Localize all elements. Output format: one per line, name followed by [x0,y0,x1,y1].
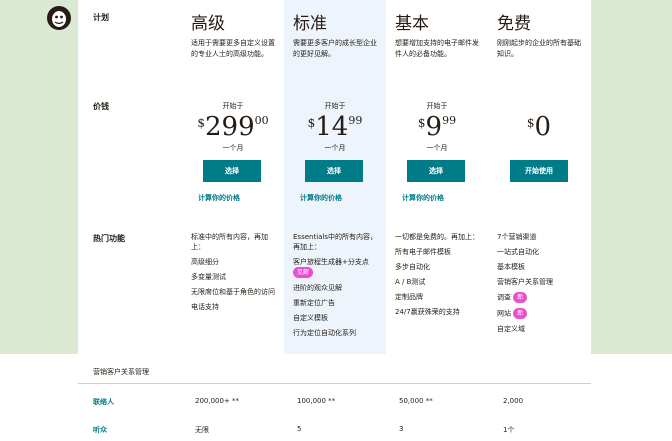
premium-features: 标准中的所有内容，再加上： 高级细分 多变量测试 无限席位和基于角色的访问 电话… [191,233,275,311]
list-item: 自定义模板 [293,314,328,322]
list-item: 营销客户关系管理 [497,278,553,286]
insights-badge: 见解 [293,267,314,278]
starts-at-label: 开始于 [426,102,448,110]
mailchimp-logo-icon[interactable] [46,5,72,31]
price-value: $29900 [197,112,269,142]
list-item: 所有电子邮件模板 [395,248,451,256]
plan-essentials-name: 基本 [395,14,429,34]
per-month-label: 一个月 [222,144,244,152]
plan-free-name: 免费 [497,14,531,34]
price-value: $1499 [307,112,363,142]
crm-row-label-audiences[interactable]: 听众 [93,425,107,435]
list-item: 基本模板 [497,263,525,271]
plan-essentials-header: 基本 [395,9,429,34]
plan-free-header: 免费 [497,9,531,34]
list-item: 高级细分 [191,258,219,266]
list-item: A / B测试 [395,278,426,286]
crm-row-label-contacts[interactable]: 联络人 [93,397,114,407]
list-item: 进阶的观众见解 [293,284,342,292]
standard-select-button[interactable]: 选择 [305,160,363,182]
plan-premium-header: 高级 [191,9,225,34]
essentials-features: 一切都是免费的。再加上： 所有电子邮件模板 多步自动化 A / B测试 定制品牌… [395,232,483,322]
list-item: 客户旅程生成器+分支点 见解 [293,258,369,278]
crm-section-title: 营销客户关系管理 [93,368,149,376]
price-value: $999 [417,112,457,142]
plan-essentials-price: 开始于 $999 一个月 [386,101,488,153]
crm-cell: 无限 [195,426,209,434]
list-item: 一站式自动化 [497,248,539,256]
list-item: 电话支持 [191,303,219,311]
crm-cell: 5 [297,425,302,433]
plan-free-price: $0 [488,111,590,143]
row-label-plan: 计划 [93,13,109,22]
price-value: $0 [526,112,552,142]
plan-free-desc: 刚刚起步的企业的所有基础知识。 [497,39,581,58]
crm-cell: 200,000+ ** [195,397,240,405]
list-item: 调查 新 [497,292,581,303]
list-item: 重新定位广告 [293,299,335,307]
per-month-label: 一个月 [324,144,346,152]
plan-standard-header: 标准 [293,9,327,34]
crm-cell: 2,000 [503,397,524,405]
crm-cell: 50,000 ** [399,397,433,405]
row-label-price: 价钱 [93,102,109,111]
plan-premium-price: 开始于 $29900 一个月 [182,101,284,153]
free-features: 7个营销渠道 一站式自动化 基本模板 营销客户关系管理 调查 新 网站 新 自定… [497,232,581,339]
crm-divider [78,383,591,384]
list-item: 定制品牌 [395,293,423,301]
new-badge: 新 [513,308,528,319]
crm-cell: 3 [399,425,404,433]
standard-calc-link[interactable]: 计算你的价格 [300,193,342,203]
list-item: 行为定位自动化系列 [293,329,356,337]
premium-calc-link[interactable]: 计算你的价格 [198,193,240,203]
plan-premium-desc: 适用于需要更多自定义设置的专业人士的高级功能。 [191,39,275,58]
plan-premium-name: 高级 [191,14,225,34]
starts-at-label: 开始于 [222,102,244,110]
standard-features: Essentials中的所有内容，再加上： 客户旅程生成器+分支点 见解 进阶的观… [293,232,381,343]
list-item: 多变量测试 [191,273,226,281]
starts-at-label: 开始于 [324,102,346,110]
list-item: 多步自动化 [395,263,430,271]
premium-select-button[interactable]: 选择 [203,160,261,182]
plan-standard-desc: 需要更多客户的成长型企业的更好见解。 [293,39,377,58]
list-item: 7个营销渠道 [497,233,537,241]
free-start-button[interactable]: 开始使用 [510,160,568,182]
list-item: 网站 新 [497,308,581,319]
per-month-label: 一个月 [426,144,448,152]
new-badge: 新 [513,292,528,303]
row-label-features: 热门功能 [93,234,125,243]
crm-cell: 1个 [503,426,515,434]
essentials-calc-link[interactable]: 计算你的价格 [402,193,444,203]
crm-cell: 100,000 ** [297,397,336,405]
plan-standard-price: 开始于 $1499 一个月 [284,101,386,153]
list-item: 24/7赢获殊荣的支持 [395,308,460,316]
list-item: 无限席位和基于角色的访问 [191,288,275,296]
list-item: 自定义域 [497,325,525,333]
plan-standard-name: 标准 [293,14,327,34]
plan-essentials-desc: 想要增加支持的电子邮件发件人的必备功能。 [395,39,479,58]
essentials-select-button[interactable]: 选择 [407,160,465,182]
